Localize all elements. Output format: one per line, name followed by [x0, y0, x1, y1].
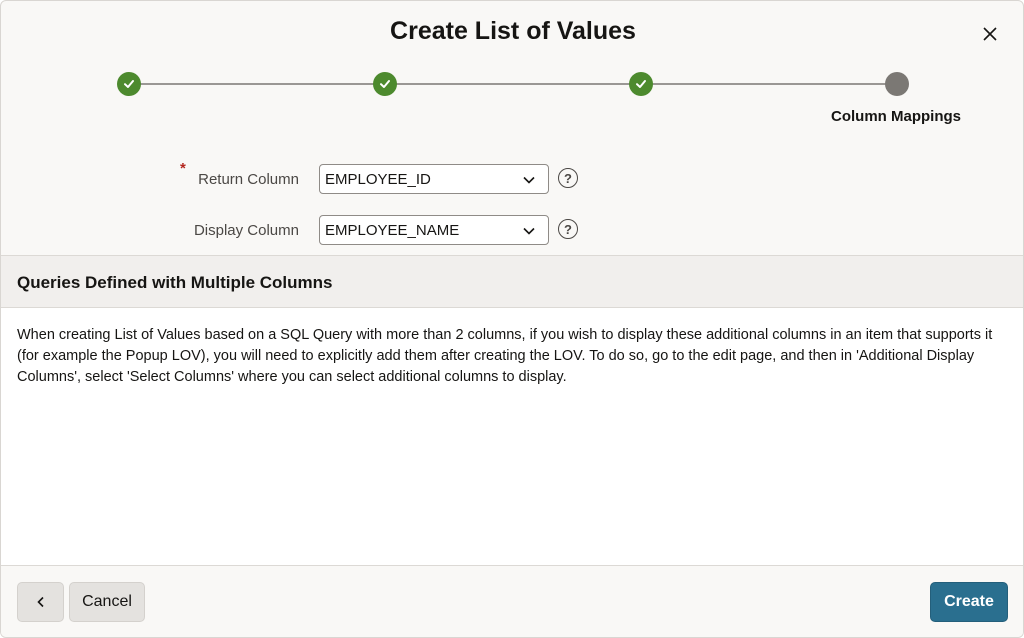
check-icon [636, 80, 646, 88]
return-column-row: * Return Column EMPLOYEE_ID ? [1, 160, 1023, 196]
dialog-title: Create List of Values [390, 17, 636, 45]
create-lov-dialog: Create List of Values Column Mappings * … [0, 0, 1024, 638]
cancel-button[interactable]: Cancel [69, 582, 145, 622]
display-column-label: Display Column [193, 222, 299, 239]
wizard-step-3 [629, 72, 653, 96]
close-icon [983, 27, 997, 41]
display-column-help-icon[interactable]: ? [558, 219, 578, 239]
wizard-step-2 [373, 72, 397, 96]
close-button[interactable] [975, 19, 1005, 49]
return-column-select[interactable]: EMPLOYEE_ID [319, 164, 549, 194]
chevron-left-icon [36, 596, 44, 608]
display-column-row: Display Column EMPLOYEE_NAME ? [1, 215, 1023, 247]
required-marker: * [180, 160, 186, 177]
return-column-label: Return Column [198, 171, 299, 188]
return-column-value: EMPLOYEE_ID [325, 170, 431, 188]
region-description: When creating List of Values based on a … [17, 327, 993, 385]
wizard-step-4 [885, 72, 909, 96]
chevron-down-icon [523, 227, 535, 235]
return-column-help-icon[interactable]: ? [558, 168, 578, 188]
check-icon [124, 80, 134, 88]
check-icon [380, 80, 390, 88]
current-step-label: Column Mappings [831, 108, 961, 125]
region-body: When creating List of Values based on a … [1, 308, 1023, 565]
wizard-step-1 [117, 72, 141, 96]
wizard-progress: Column Mappings [1, 71, 1023, 131]
region-title: Queries Defined with Multiple Columns [17, 273, 333, 292]
chevron-down-icon [523, 176, 535, 184]
wizard-track [129, 83, 897, 85]
back-button[interactable] [17, 582, 64, 622]
region-header: Queries Defined with Multiple Columns [1, 255, 1023, 308]
create-button[interactable]: Create [930, 582, 1008, 622]
display-column-value: EMPLOYEE_NAME [325, 221, 460, 239]
dialog-footer: Cancel Create [1, 565, 1023, 637]
display-column-select[interactable]: EMPLOYEE_NAME [319, 215, 549, 245]
